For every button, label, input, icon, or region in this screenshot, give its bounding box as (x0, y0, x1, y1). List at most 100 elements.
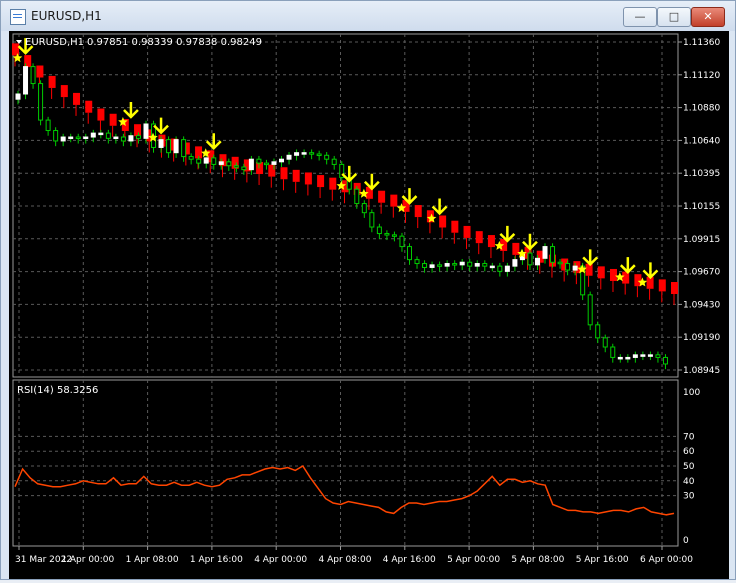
candle-body (474, 263, 480, 267)
candle-body (534, 257, 540, 266)
time-tick-label: 4 Apr 16:00 (383, 555, 436, 565)
candle-body (181, 139, 187, 158)
price-tick-label: 1.09430 (683, 300, 720, 310)
candle-body (120, 136, 126, 142)
price-tick-label: 1.11360 (683, 38, 720, 48)
candle-body (542, 246, 548, 259)
trend-band-block (585, 263, 593, 276)
rsi-tick-label: 70 (683, 432, 695, 442)
sell-arrow-icon (642, 262, 659, 280)
candle-body (309, 152, 315, 155)
minimize-button[interactable]: — (623, 7, 657, 27)
candle-body (437, 264, 443, 267)
candle-body (640, 354, 646, 357)
candle-body (173, 139, 179, 154)
rsi-line (14, 464, 675, 516)
time-tick-label: 1 Apr 08:00 (126, 555, 179, 565)
candle-body (256, 158, 262, 164)
candle-body (406, 246, 412, 261)
sell-arrow-icon (522, 233, 538, 251)
candle-body (587, 294, 593, 326)
price-tick-label: 1.11120 (683, 71, 720, 81)
candle-body (422, 263, 428, 268)
candle-body (662, 356, 668, 365)
trend-band-block (671, 282, 678, 295)
price-tick-label: 1.10155 (683, 202, 720, 212)
rsi-panel-frame (12, 379, 679, 547)
trend-band-block (109, 113, 117, 126)
candle-body (263, 162, 269, 166)
candle-body (90, 132, 96, 138)
trend-band-block (329, 177, 337, 190)
trend-band-block (487, 235, 495, 248)
chart-svg[interactable]: 1.11360 1.11120 1.10880 1.10640 1.10395 1.101… (9, 31, 729, 579)
candle-body (113, 136, 119, 140)
candle-body (565, 263, 571, 271)
candle-body (166, 139, 172, 154)
trend-band-block (292, 169, 300, 182)
chart-ohlc-label: 0.97851 0.98339 0.97838 0.98249 (87, 37, 262, 48)
candle-body (286, 154, 292, 160)
trend-band-block (378, 190, 386, 203)
chart-area[interactable]: 1.11360 1.11120 1.10880 1.10640 1.10395 1.101… (9, 31, 729, 579)
trend-band-block (60, 85, 68, 98)
candle-body (316, 153, 322, 156)
candle-body (45, 119, 51, 132)
chart-symbol-label: EURUSD,H1 (25, 37, 84, 48)
time-tick-label: 1 Apr 00:00 (61, 555, 114, 565)
maximize-button[interactable]: □ (657, 7, 691, 27)
candle-body (444, 263, 450, 267)
price-tick-label: 1.10395 (683, 169, 720, 179)
candle-body (602, 337, 608, 348)
candle-body (384, 233, 390, 236)
trend-band-block (256, 162, 264, 175)
price-tick-label: 1.10880 (683, 104, 720, 114)
candle-body (143, 123, 149, 139)
candle-body (504, 265, 510, 272)
candle-body (482, 263, 488, 267)
candle-body (271, 161, 277, 165)
candle-body (158, 139, 164, 148)
candle-body (391, 234, 397, 237)
candle-body (625, 356, 631, 360)
candle-body (60, 136, 66, 142)
candle-body (211, 157, 217, 165)
time-tick-label: 5 Apr 00:00 (447, 555, 500, 565)
rsi-tick-label: 100 (683, 388, 700, 398)
sell-arrow-icon (123, 101, 139, 119)
trend-band-block (414, 205, 422, 218)
candle-body (241, 166, 247, 171)
candle-body (23, 66, 29, 95)
candle-body (550, 246, 556, 263)
trend-band-block (134, 124, 142, 137)
time-tick-label: 4 Apr 08:00 (319, 555, 372, 565)
candle-body (38, 83, 44, 121)
time-tick-label: 6 Apr 00:00 (640, 555, 693, 565)
trend-band-block (304, 172, 312, 185)
candle-body (279, 158, 285, 163)
candle-body (294, 152, 300, 156)
candle-body (196, 158, 202, 164)
trend-band-block (48, 75, 56, 88)
candle-body (610, 346, 616, 358)
candle-body (75, 136, 81, 140)
sell-arrow-icon (619, 257, 636, 274)
close-button[interactable]: ✕ (691, 7, 725, 27)
trend-band-block (12, 43, 19, 56)
sell-arrow-icon (153, 117, 169, 135)
time-tick-label: 1 Apr 16:00 (190, 555, 243, 565)
candle-body (203, 157, 209, 164)
title-bar[interactable]: EURUSD,H1 — □ ✕ (1, 1, 735, 31)
candle-body (655, 354, 661, 358)
candle-body (414, 259, 420, 265)
candle-body (572, 265, 578, 271)
candle-body (105, 132, 111, 139)
candle-body (53, 130, 59, 142)
candle-body (301, 152, 307, 155)
candle-body (135, 135, 141, 139)
candle-body (399, 235, 405, 248)
time-tick-label: 4 Apr 00:00 (254, 555, 307, 565)
price-tick-label: 1.10640 (683, 136, 720, 146)
candle-body (226, 161, 232, 167)
chart-window: EURUSD,H1 — □ ✕ 1.11360 1.11120 1.10880 1.1… (0, 0, 736, 580)
